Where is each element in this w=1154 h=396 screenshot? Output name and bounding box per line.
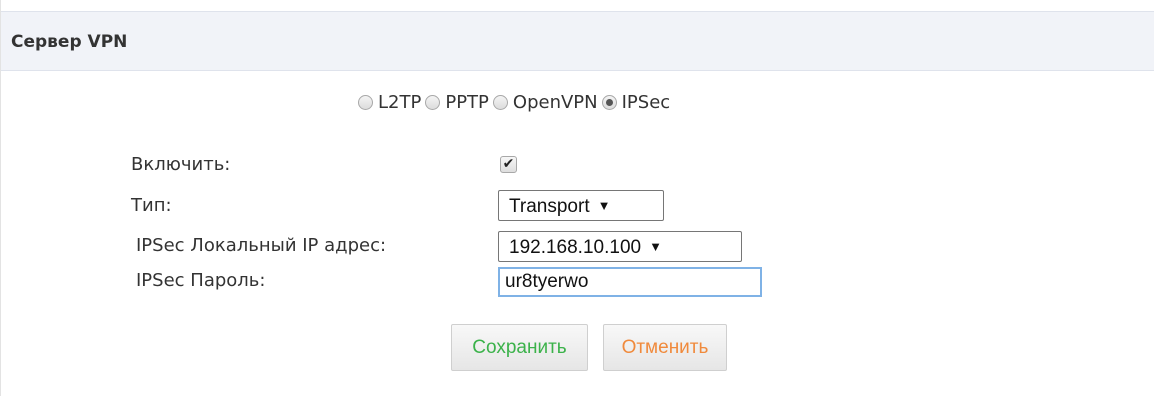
type-label: Тип: — [131, 195, 172, 216]
radio-ipsec[interactable] — [601, 95, 617, 110]
radio-label-pptp: PPTP — [445, 92, 489, 113]
radio-openvpn[interactable] — [492, 95, 508, 110]
radio-pptp[interactable] — [425, 95, 441, 110]
password-label: IPSec Пароль: — [136, 270, 266, 291]
radio-option-l2tp[interactable]: L2TP — [358, 92, 421, 113]
radio-label-l2tp: L2TP — [378, 92, 422, 113]
dropdown-arrow-icon: ▼ — [649, 239, 662, 254]
panel-title: Сервер VPN — [11, 32, 128, 52]
type-select-value: Transport — [509, 196, 590, 217]
vpn-server-panel: Сервер VPN L2TP PPTP OpenVPN IPSec Включ… — [0, 0, 1154, 396]
panel-header: Сервер VPN — [1, 11, 1154, 71]
checkmark-icon: ✔ — [502, 156, 515, 172]
local-ip-select[interactable]: 192.168.10.100 ▼ — [498, 231, 742, 262]
radio-label-ipsec: IPSec — [621, 92, 671, 113]
save-button[interactable]: Сохранить — [451, 324, 588, 371]
radio-label-openvpn: OpenVPN — [512, 92, 598, 113]
protocol-radio-group: L2TP PPTP OpenVPN IPSec — [358, 92, 674, 113]
local-ip-label: IPSec Локальный IP адрес: — [136, 235, 387, 256]
radio-option-ipsec[interactable]: IPSec — [601, 92, 671, 113]
password-input[interactable] — [498, 267, 762, 297]
enable-checkbox[interactable]: ✔ — [500, 156, 517, 173]
type-select[interactable]: Transport ▼ — [498, 190, 664, 221]
radio-option-pptp[interactable]: PPTP — [425, 92, 489, 113]
radio-l2tp[interactable] — [358, 95, 373, 110]
local-ip-select-value: 192.168.10.100 — [509, 237, 642, 258]
dropdown-arrow-icon: ▼ — [597, 198, 611, 213]
cancel-button[interactable]: Отменить — [603, 324, 727, 371]
radio-option-openvpn[interactable]: OpenVPN — [492, 92, 598, 113]
enable-label: Включить: — [131, 154, 231, 175]
